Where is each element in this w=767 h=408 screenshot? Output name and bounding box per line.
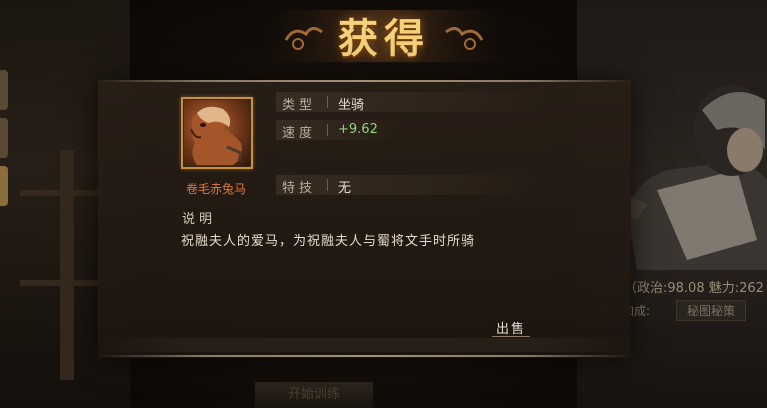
item-name: 卷毛赤兔马 bbox=[185, 182, 246, 196]
attribute-value: +9.62 bbox=[338, 122, 378, 137]
attribute-label: 类型 bbox=[282, 98, 317, 113]
side-tab[interactable] bbox=[0, 166, 8, 206]
divider bbox=[327, 179, 328, 191]
item-portrait[interactable] bbox=[181, 97, 253, 169]
start-training-button[interactable]: 开始训练 bbox=[255, 382, 373, 408]
divider bbox=[327, 124, 328, 136]
description-text: 祝融夫人的爱马，为祝融夫人与蜀将文手时所骑 bbox=[181, 234, 476, 249]
attribute-value: 无 bbox=[338, 181, 352, 196]
panel-footer-strip bbox=[98, 338, 631, 352]
banner-title: 获得 bbox=[338, 15, 430, 62]
attribute-value: 坐骑 bbox=[338, 98, 365, 113]
sell-button[interactable]: 出售 bbox=[492, 318, 530, 337]
hero-skill-badge: 秘图秘策 bbox=[676, 300, 747, 321]
side-tab[interactable] bbox=[0, 70, 8, 110]
obtained-banner: 获得 bbox=[268, 0, 500, 70]
attribute-label: 特技 bbox=[282, 181, 317, 196]
attribute-row-skill: 特技 无 bbox=[276, 175, 546, 196]
divider bbox=[327, 96, 328, 108]
description-label: 说明 bbox=[182, 212, 217, 227]
attribute-row-type: 类型 坐骑 bbox=[276, 92, 546, 113]
attribute-label: 速度 bbox=[282, 126, 317, 141]
panel-top-border bbox=[98, 80, 631, 82]
game-screen: 马铁（政治:98.08 魅力:262 战法加成: 秘图秘策 开始训练 获得 bbox=[0, 0, 767, 408]
panel-bottom-border bbox=[98, 355, 631, 357]
attribute-row-speed: 速度 +9.62 bbox=[276, 120, 401, 141]
red-horse-icon bbox=[190, 106, 243, 165]
side-tab[interactable] bbox=[0, 118, 8, 158]
